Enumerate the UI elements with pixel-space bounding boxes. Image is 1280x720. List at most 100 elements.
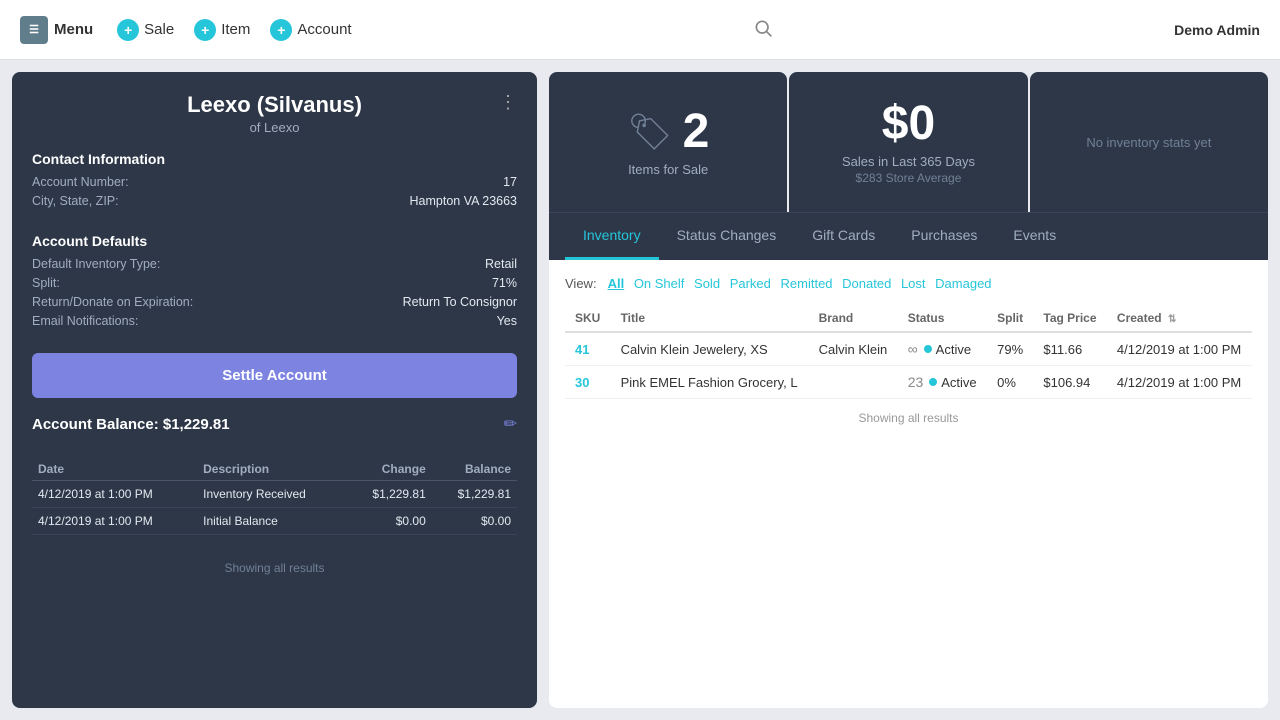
more-menu-button[interactable]: ⋮	[499, 92, 517, 113]
stat-card-sales: $0 Sales in Last 365 Days $283 Store Ave…	[789, 72, 1027, 212]
filter-sold[interactable]: Sold	[691, 276, 723, 291]
status-dot-icon	[924, 345, 932, 353]
tab-events[interactable]: Events	[995, 213, 1074, 260]
account-defaults-section: Account Defaults Default Inventory Type:…	[32, 233, 517, 333]
items-tag-icon: 🏷	[627, 111, 673, 153]
account-header: ⋮ Leexo (Silvanus) of Leexo	[32, 92, 517, 135]
topnav: ☰ Menu + Sale + Item + Account Demo Admi…	[0, 0, 1280, 60]
edit-balance-icon[interactable]: ✏	[504, 414, 517, 434]
ledger-description-header: Description	[197, 458, 346, 481]
filter-damaged[interactable]: Damaged	[932, 276, 994, 291]
tab-inventory[interactable]: Inventory	[565, 213, 659, 260]
filter-remitted[interactable]: Remitted	[778, 276, 836, 291]
sales-sub: $283 Store Average	[856, 171, 962, 185]
main-layout: ⋮ Leexo (Silvanus) of Leexo Contact Info…	[0, 60, 1280, 720]
item-action[interactable]: + Item	[194, 19, 250, 41]
sales-number: $0	[882, 100, 935, 148]
sort-icon: ⇅	[1168, 314, 1176, 325]
ledger-row: 4/12/2019 at 1:00 PM Inventory Received …	[32, 481, 517, 508]
ledger-balance-header: Balance	[432, 458, 517, 481]
ledger-description: Inventory Received	[197, 481, 346, 508]
inv-title: Calvin Klein Jewelery, XS	[611, 332, 809, 366]
filter-separator	[774, 276, 778, 291]
inv-brand	[809, 366, 898, 399]
view-label: View:	[565, 276, 597, 291]
ledger-showing-results: Showing all results	[32, 561, 517, 575]
search-icon	[753, 18, 773, 38]
account-action[interactable]: + Account	[270, 19, 351, 41]
tab-gift-cards[interactable]: Gift Cards	[794, 213, 893, 260]
inv-header-created[interactable]: Created ⇅	[1107, 305, 1252, 332]
inv-header-title: Title	[611, 305, 809, 332]
sale-plus-icon: +	[117, 19, 139, 41]
ledger-table: Date Description Change Balance 4/12/201…	[32, 458, 517, 535]
inv-sku[interactable]: 41	[565, 332, 611, 366]
filter-all[interactable]: All	[605, 276, 628, 291]
ledger-row: 4/12/2019 at 1:00 PM Initial Balance $0.…	[32, 508, 517, 535]
sku-link[interactable]: 30	[575, 375, 589, 390]
ledger-date-header: Date	[32, 458, 197, 481]
sale-label: Sale	[144, 21, 174, 38]
inventory-showing-results: Showing all results	[565, 411, 1252, 425]
filter-donated[interactable]: Donated	[839, 276, 894, 291]
split-label: Split:	[32, 276, 60, 290]
table-row: 30 Pink EMEL Fashion Grocery, L 23 Activ…	[565, 366, 1252, 399]
city-state-zip-label: City, State, ZIP:	[32, 194, 119, 208]
filter-parked[interactable]: Parked	[727, 276, 774, 291]
status-prefix-icon: 23	[908, 374, 924, 390]
inv-split: 79%	[987, 332, 1033, 366]
item-plus-icon: +	[194, 19, 216, 41]
city-state-zip-row: City, State, ZIP: Hampton VA 23663	[32, 194, 517, 208]
menu-icon: ☰	[20, 16, 48, 44]
sale-action[interactable]: + Sale	[117, 19, 174, 41]
ledger-balance: $0.00	[432, 508, 517, 535]
sku-link[interactable]: 41	[575, 342, 589, 357]
tab-purchases[interactable]: Purchases	[893, 213, 995, 260]
default-inventory-label: Default Inventory Type:	[32, 257, 160, 271]
contact-info-title: Contact Information	[32, 151, 517, 167]
search-button[interactable]	[753, 18, 773, 41]
inv-split: 0%	[987, 366, 1033, 399]
defaults-title: Account Defaults	[32, 233, 517, 249]
account-label: Account	[297, 21, 351, 38]
email-notifications-row: Email Notifications: Yes	[32, 314, 517, 328]
status-prefix-icon: ∞	[908, 341, 918, 357]
inv-title: Pink EMEL Fashion Grocery, L	[611, 366, 809, 399]
stat-card-inventory: No inventory stats yet	[1030, 72, 1268, 212]
inv-created: 4/12/2019 at 1:00 PM	[1107, 366, 1252, 399]
split-value: 71%	[492, 276, 517, 290]
inventory-empty: No inventory stats yet	[1086, 135, 1211, 150]
account-number-value: 17	[503, 175, 517, 189]
ledger-change: $1,229.81	[347, 481, 432, 508]
email-notifications-label: Email Notifications:	[32, 314, 138, 328]
city-state-zip-value: Hampton VA 23663	[410, 194, 517, 208]
ledger-change: $0.00	[347, 508, 432, 535]
inv-tag-price: $106.94	[1033, 366, 1107, 399]
menu-button[interactable]: ☰ Menu	[20, 16, 93, 44]
ledger-change-header: Change	[347, 458, 432, 481]
email-notifications-value: Yes	[497, 314, 517, 328]
inv-header-tag-price: Tag Price	[1033, 305, 1107, 332]
contact-info-section: Contact Information Account Number: 17 C…	[32, 151, 517, 213]
account-name: Leexo (Silvanus)	[32, 92, 517, 118]
inv-status: ∞ Active	[898, 332, 987, 366]
items-label: Items for Sale	[628, 162, 708, 177]
filter-on-shelf[interactable]: On Shelf	[631, 276, 688, 291]
account-panel: ⋮ Leexo (Silvanus) of Leexo Contact Info…	[12, 72, 537, 708]
balance-row: Account Balance: $1,229.81 ✏	[32, 414, 517, 434]
settle-account-button[interactable]: Settle Account	[32, 353, 517, 398]
filter-lost[interactable]: Lost	[898, 276, 929, 291]
inv-header-status: Status	[898, 305, 987, 332]
return-donate-value: Return To Consignor	[403, 295, 517, 309]
split-row: Split: 71%	[32, 276, 517, 290]
item-label: Item	[221, 21, 250, 38]
ledger-description: Initial Balance	[197, 508, 346, 535]
tab-status-changes[interactable]: Status Changes	[659, 213, 795, 260]
balance-label: Account Balance: $1,229.81	[32, 416, 230, 433]
view-filter: View: All On Shelf Sold Parked Remitted …	[565, 276, 1252, 291]
menu-label: Menu	[54, 21, 93, 38]
status-cell: 23 Active	[908, 374, 977, 390]
inv-sku[interactable]: 30	[565, 366, 611, 399]
account-plus-icon: +	[270, 19, 292, 41]
items-number: 2	[683, 108, 710, 156]
